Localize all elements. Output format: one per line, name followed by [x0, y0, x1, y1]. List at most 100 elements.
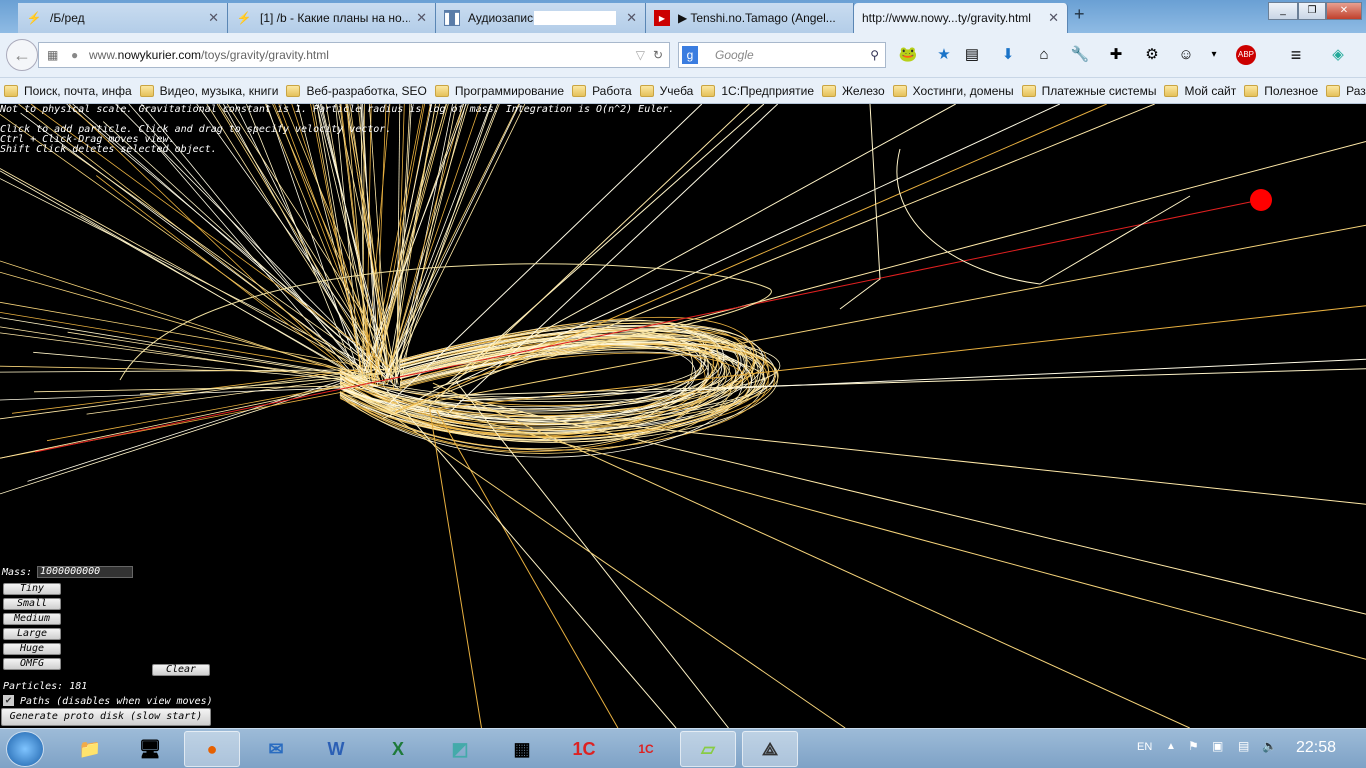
size-button-tiny[interactable]: Tiny [3, 583, 61, 595]
thunderbird-icon[interactable]: ✉ [248, 731, 304, 767]
particle-path [450, 104, 1061, 386]
bookmark-folder[interactable]: Разное [1326, 84, 1366, 98]
1c-icon[interactable]: 1С [556, 731, 612, 767]
mass-input[interactable]: 1000000000 [37, 566, 133, 578]
particle-path [459, 358, 1366, 402]
sync-icon[interactable]: ◈ [1328, 45, 1348, 65]
wrench-icon[interactable]: 🔧 [1070, 45, 1090, 65]
clock[interactable]: 22:58 [1296, 739, 1336, 757]
red-particle-path [34, 199, 1261, 453]
network-icon[interactable]: 🖥 [122, 731, 178, 767]
bookmark-folder[interactable]: Поиск, почта, инфа [4, 84, 132, 98]
download-icon[interactable]: ⬇ [998, 45, 1018, 65]
particle-paths [0, 104, 1366, 728]
paths-label: Paths (disables when view moves) [20, 696, 213, 707]
bookmark-star-icon[interactable]: ★ [934, 45, 954, 65]
search-icon[interactable]: ⚲ [870, 43, 879, 67]
extension-icon[interactable]: 🐸 [898, 45, 918, 65]
size-button-huge[interactable]: Huge [3, 643, 61, 655]
addon-icon[interactable]: ✚ [1106, 45, 1126, 65]
particle-path [67, 331, 379, 381]
bookmark-folder[interactable]: Веб-разработка, SEO [286, 84, 427, 98]
new-tab-button[interactable]: + [1074, 4, 1085, 25]
folder-icon [701, 84, 716, 97]
folder-icon [822, 84, 836, 97]
bookmark-folder[interactable]: Программирование [434, 84, 564, 98]
google-icon[interactable]: g [682, 46, 698, 64]
tab-audio[interactable]: ❚❚ Аудиозаписи ✕ [436, 3, 646, 33]
menu-icon[interactable]: ≡ [1286, 45, 1306, 65]
bookmark-folder[interactable]: Хостинги, домены [892, 84, 1014, 98]
home-icon[interactable]: ⌂ [1034, 45, 1054, 65]
folder-icon [1326, 84, 1341, 97]
size-button-medium[interactable]: Medium [3, 613, 61, 625]
bookmark-folder[interactable]: Железо [822, 84, 885, 98]
globe-icon: ● [71, 48, 79, 62]
calculator-icon[interactable]: ▦ [494, 731, 550, 767]
size-button-large[interactable]: Large [3, 628, 61, 640]
reload-icon[interactable]: ↻ [653, 43, 663, 67]
size-button-small[interactable]: Small [3, 598, 61, 610]
tab-bred[interactable]: ⚡/Б/ред ✕ [18, 3, 228, 33]
pause-icon: ❚❚ [441, 10, 463, 26]
bookmark-folder[interactable]: Мой сайт [1164, 84, 1236, 98]
firefox-icon[interactable]: ● [184, 731, 240, 767]
bookmark-folder[interactable]: Платежные системы [1021, 84, 1156, 98]
gravity-canvas[interactable]: Not to physical scale. Gravitational con… [0, 104, 1366, 728]
sticky-notes-icon[interactable]: ▱ [680, 731, 736, 767]
particle-path [458, 396, 1366, 615]
maximize-button[interactable]: ❐ [1298, 2, 1326, 20]
bookmark-folder[interactable]: Полезное [1244, 84, 1318, 98]
flag-icon[interactable]: ⚑ [1188, 739, 1199, 753]
navigation-bar: ← ▦ ● www.nowykurier.com/toys/gravity/gr… [0, 33, 1366, 78]
explorer-icon[interactable]: 📁 [62, 731, 118, 767]
red-particle[interactable] [1250, 189, 1272, 211]
tray-expand-icon[interactable]: ▲ [1166, 741, 1176, 752]
language-indicator[interactable]: EN [1137, 741, 1152, 753]
excel-icon[interactable]: X [370, 731, 426, 767]
start-button[interactable] [6, 731, 44, 767]
particle-path [418, 104, 956, 400]
bookmark-folder[interactable]: Видео, музыка, книги [139, 84, 278, 98]
adblock-icon[interactable]: ABP [1236, 45, 1256, 65]
compass-app-icon[interactable]: ⟁ [742, 731, 798, 767]
paths-checkbox[interactable]: ✔ [3, 695, 14, 706]
app-icon[interactable]: ◩ [432, 731, 488, 767]
bookmarks-list-icon[interactable]: ▤ [962, 45, 982, 65]
minimize-button[interactable]: _ [1268, 2, 1298, 20]
particle-path [436, 410, 619, 728]
search-input[interactable]: g Google ⚲ [678, 42, 886, 68]
tab-youtube[interactable]: ▶ ▶ Tenshi.no.Tamago (Angel... [646, 3, 854, 33]
back-button[interactable]: ← [6, 39, 38, 71]
device-icon[interactable]: ▣ [1212, 739, 1223, 753]
particle-path [896, 148, 1191, 285]
close-tab-icon[interactable]: ✕ [1048, 10, 1059, 26]
bookmark-folder[interactable]: Работа [572, 84, 632, 98]
close-tab-icon[interactable]: ✕ [208, 10, 219, 26]
gear-icon[interactable]: ⚙ [1142, 45, 1162, 65]
bookmark-folder[interactable]: 1С:Предприятие [701, 84, 814, 98]
volume-icon[interactable]: 🔈 [1262, 739, 1277, 753]
tab-b-plans[interactable]: ⚡ [1] /b - Какие планы на но... ✕ [228, 3, 436, 33]
clear-button[interactable]: Clear [152, 664, 210, 676]
close-tab-icon[interactable]: ✕ [416, 10, 427, 26]
close-window-button[interactable]: ✕ [1326, 2, 1362, 20]
redacted-box [534, 11, 617, 25]
word-icon[interactable]: W [308, 731, 364, 767]
url-bar[interactable]: ▦ ● www.nowykurier.com/toys/gravity/grav… [38, 42, 670, 68]
dropdown-arrow-icon[interactable]: ▽ [636, 43, 645, 67]
1c-v7-icon[interactable]: 1C [618, 731, 674, 767]
generate-proto-disk-button[interactable]: Generate proto disk (slow start) [1, 708, 211, 726]
size-button-omfg[interactable]: OMFG [3, 658, 61, 670]
mass-label: Mass: [2, 567, 33, 578]
lightning-icon: ⚡ [26, 11, 42, 25]
particle-path [392, 415, 846, 728]
tab-gravity[interactable]: http://www.nowy...ty/gravity.html ✕ [854, 3, 1068, 33]
bookmark-folder[interactable]: Учеба [639, 84, 693, 98]
chevron-down-icon[interactable]: ▾ [1204, 45, 1224, 65]
folder-icon [1244, 84, 1259, 97]
greasemonkey-icon[interactable]: ☺ [1176, 45, 1196, 65]
network-tray-icon[interactable]: ▤ [1238, 739, 1249, 753]
close-tab-icon[interactable]: ✕ [626, 10, 637, 26]
page-grid-icon[interactable]: ▦ [47, 43, 58, 67]
